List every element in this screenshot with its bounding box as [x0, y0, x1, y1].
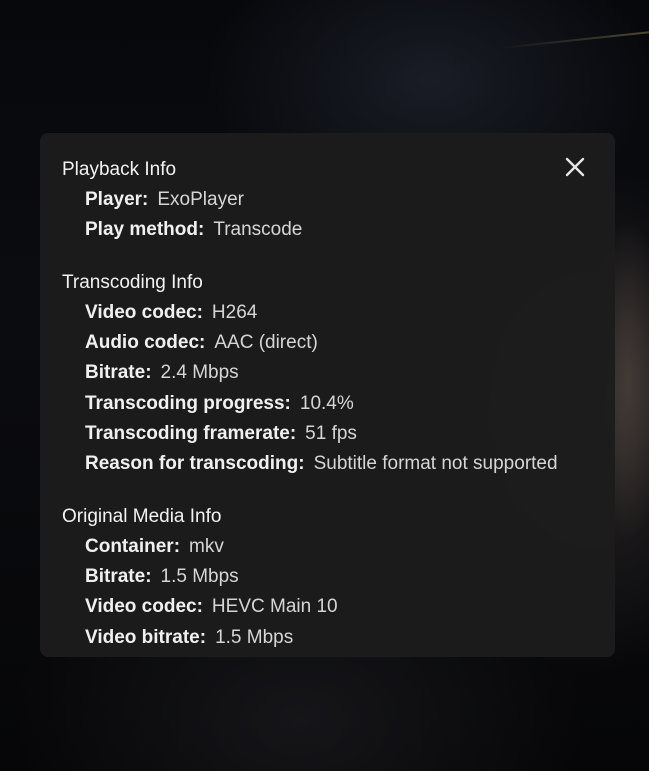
info-row-play-method: Play method: Transcode [62, 215, 602, 245]
info-row-player: Player: ExoPlayer [62, 185, 602, 215]
row-value: ExoPlayer [157, 189, 244, 210]
row-label: Video codec [85, 596, 197, 618]
row-label: Bitrate [85, 362, 146, 384]
row-label: Container [85, 536, 174, 557]
row-colon: : [298, 452, 305, 474]
row-value: 10.4% [299, 392, 354, 414]
info-row-video-bitrate: Video bitrate: 1.5 Mbps [62, 623, 602, 653]
info-row-bitrate: Bitrate: 2.4 Mbps [62, 358, 602, 388]
row-value: 1.5 Mbps [215, 626, 294, 648]
row-colon: : [199, 626, 207, 648]
transcoding-info-section: Transcoding Info Video codec: H264 Audio … [62, 268, 602, 479]
row-value: 51 fps [305, 422, 357, 444]
row-colon: : [145, 566, 152, 588]
row-colon: : [199, 332, 206, 354]
row-label: Reason for transcoding [85, 452, 299, 474]
info-row-bitrate: Bitrate: 1.5 Mbps [62, 562, 602, 592]
row-value: mkv [189, 536, 224, 557]
playback-info-section: Playback Info Player: ExoPlayer Play meth… [62, 155, 602, 245]
info-row-audio-codec: Audio codec: AAC (direct) [62, 328, 602, 358]
info-row-transcoding-framerate: Transcoding framerate: 51 fps [62, 419, 602, 449]
info-row-transcoding-progress: Transcoding progress: 10.4% [62, 389, 602, 419]
row-value: H264 [211, 302, 258, 323]
info-row-transcode-reason: Reason for transcoding: Subtitle format n… [62, 449, 602, 479]
section-title: Playback Info [62, 159, 177, 180]
row-colon: : [145, 362, 152, 384]
row-label: Bitrate [85, 566, 146, 588]
section-title: Original Media Info [62, 506, 222, 527]
row-value: 2.4 Mbps [160, 362, 239, 384]
section-title: Transcoding Info [62, 272, 203, 293]
row-colon: : [196, 596, 203, 618]
original-media-info-section: Original Media Info Container: mkv Bitrat… [62, 502, 602, 653]
row-value: AAC (direct) [214, 332, 318, 354]
row-value: 1.5 Mbps [160, 566, 239, 588]
row-label: Audio codec [85, 332, 200, 354]
row-label: Play method [85, 219, 198, 241]
row-value: Subtitle format not supported [313, 452, 558, 474]
row-label: Transcoding progress [85, 392, 285, 414]
row-value: HEVC Main 10 [211, 596, 338, 618]
info-row-container: Container: mkv [62, 532, 602, 562]
row-label: Player [85, 189, 143, 210]
row-label: Transcoding framerate [85, 422, 290, 444]
row-colon: : [142, 189, 149, 210]
row-label: Video bitrate [85, 626, 200, 648]
info-row-video-codec: Video codec: HEVC Main 10 [62, 592, 602, 622]
info-row-video-codec: Video codec: H264 [62, 298, 602, 328]
background-light-streak [500, 29, 649, 49]
row-colon: : [197, 219, 205, 241]
row-colon: : [289, 422, 297, 444]
row-colon: : [173, 536, 181, 557]
row-colon: : [284, 392, 291, 414]
row-value: Transcode [213, 219, 303, 241]
row-colon: : [196, 302, 203, 323]
row-label: Video codec [85, 302, 197, 323]
playback-info-dialog: Playback Info Player: ExoPlayer Play meth… [40, 133, 615, 657]
